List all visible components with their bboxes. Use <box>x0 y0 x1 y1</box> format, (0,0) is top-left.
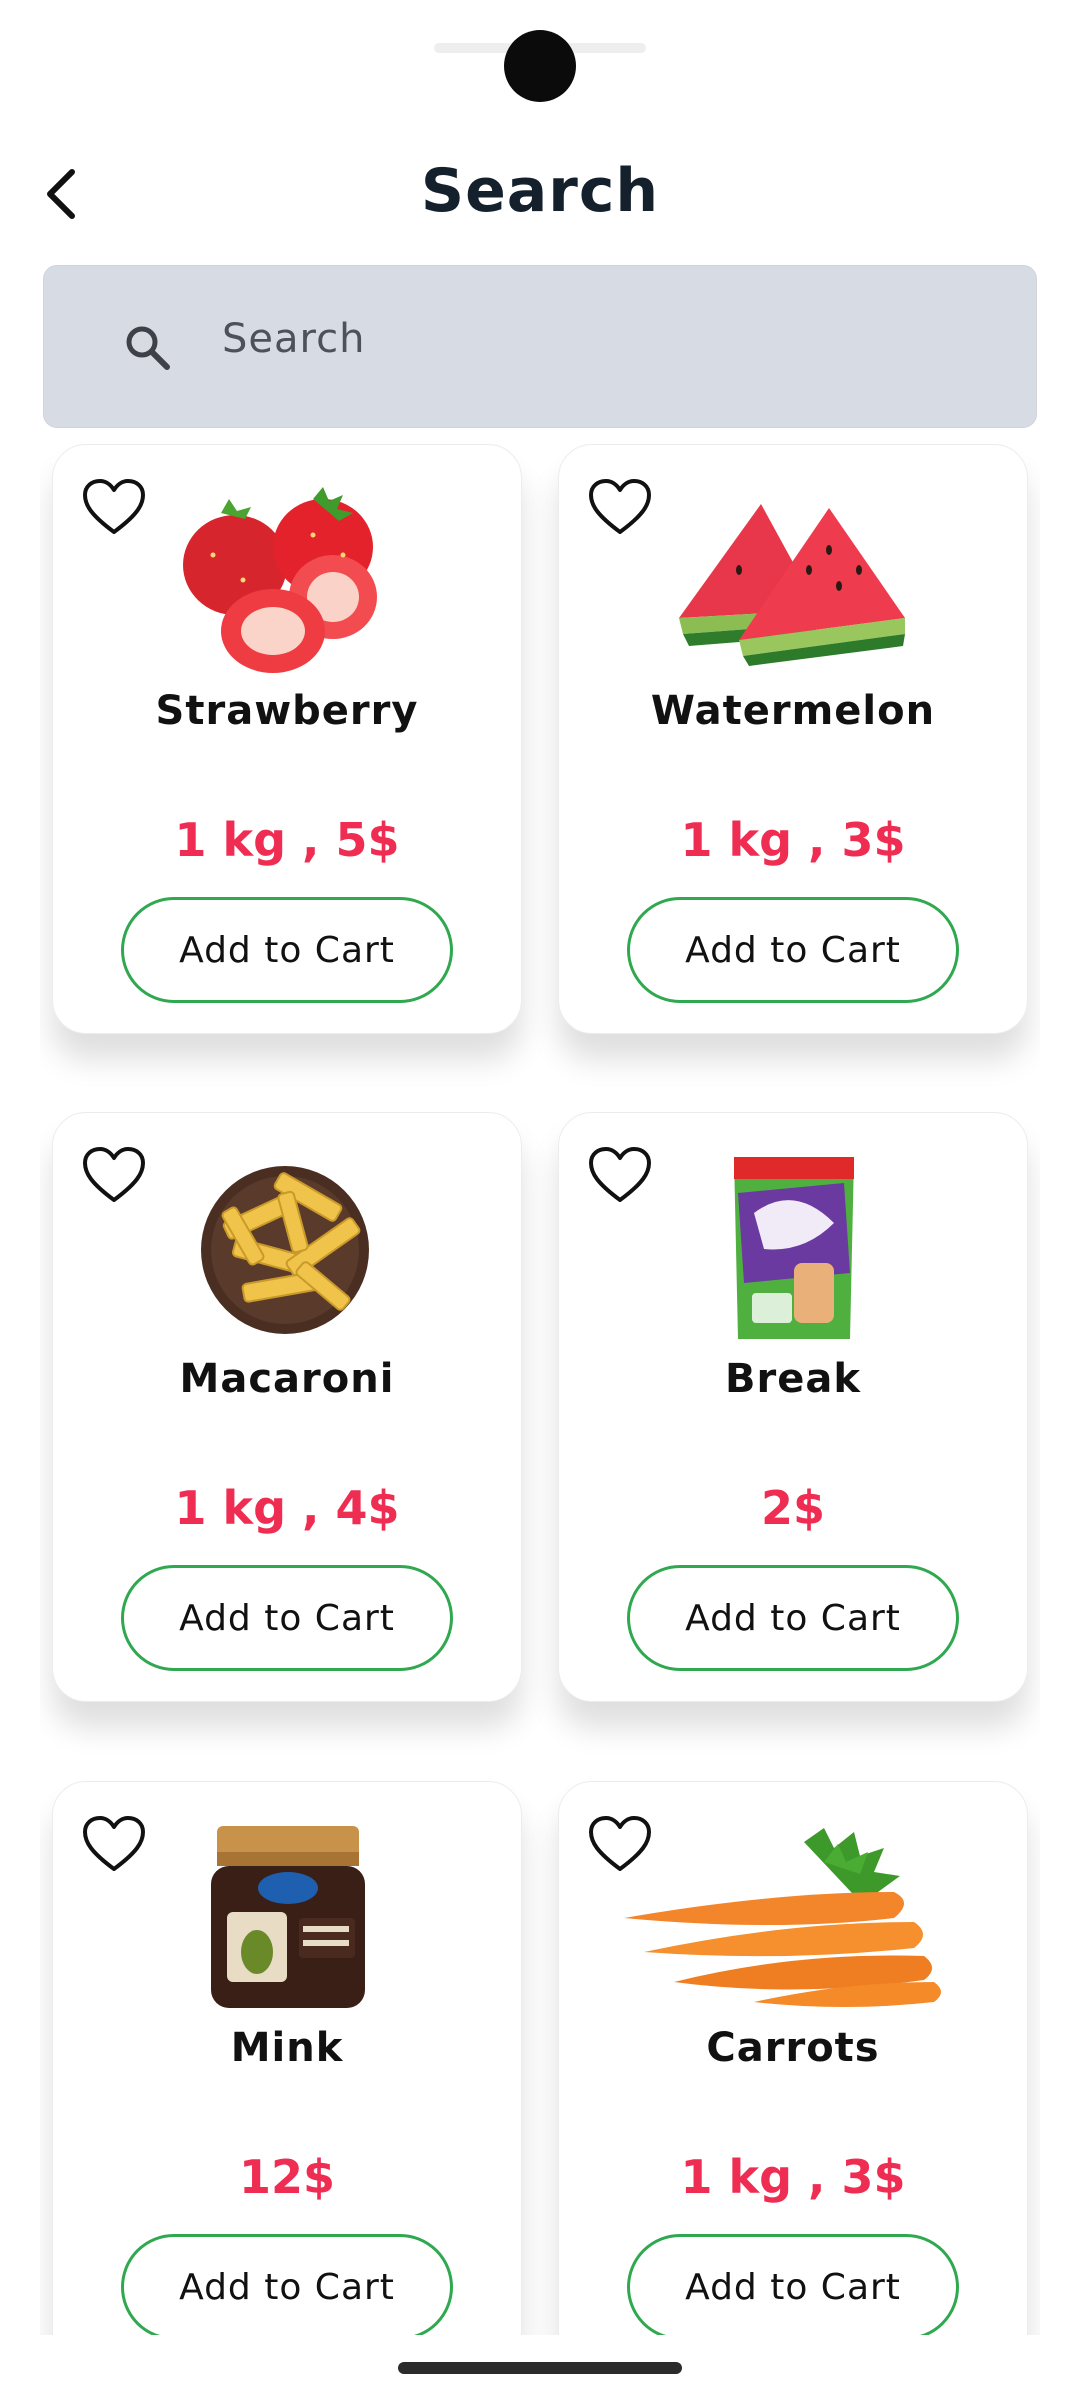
camera-cutout <box>504 30 576 102</box>
product-card[interactable]: Macaroni 1 kg , 4$ Add to Cart <box>52 1112 522 1702</box>
search-placeholder: Search <box>222 316 366 362</box>
product-name: Watermelon <box>650 688 936 734</box>
product-name: Macaroni <box>179 1356 395 1402</box>
product-card[interactable]: Watermelon 1 kg , 3$ Add to Cart <box>558 444 1028 1034</box>
product-name: Carrots <box>706 2025 880 2071</box>
header: Search <box>0 140 1080 250</box>
product-name: Strawberry <box>155 688 419 734</box>
product-price: 2$ <box>760 1481 825 1535</box>
product-price: 1 kg , 4$ <box>174 1481 400 1535</box>
carrots-image <box>609 1822 979 2012</box>
product-price: 1 kg , 5$ <box>174 813 400 867</box>
mink-hair-cream-image <box>153 1822 423 2012</box>
product-price: 1 kg , 3$ <box>680 2150 906 2204</box>
heart-icon[interactable] <box>587 1145 653 1205</box>
add-to-cart-button[interactable]: Add to Cart <box>627 897 959 1003</box>
product-name: Mink <box>230 2025 344 2071</box>
page-title: Search <box>420 156 660 226</box>
strawberry-image <box>153 485 423 675</box>
product-grid: Strawberry 1 kg , 5$ Add to Cart Waterme… <box>40 440 1040 2335</box>
product-name: Break <box>725 1356 861 1402</box>
watermelon-image <box>659 485 929 675</box>
product-card[interactable]: Strawberry 1 kg , 5$ Add to Cart <box>52 444 522 1034</box>
search-icon <box>126 326 170 370</box>
add-to-cart-button[interactable]: Add to Cart <box>121 1565 453 1671</box>
break-snack-image <box>659 1153 929 1343</box>
add-to-cart-button[interactable]: Add to Cart <box>627 2234 959 2335</box>
heart-icon[interactable] <box>81 1814 147 1874</box>
heart-icon[interactable] <box>81 477 147 537</box>
product-price: 1 kg , 3$ <box>680 813 906 867</box>
add-to-cart-button[interactable]: Add to Cart <box>121 897 453 1003</box>
add-to-cart-button[interactable]: Add to Cart <box>121 2234 453 2335</box>
search-input[interactable]: Search <box>43 265 1037 428</box>
heart-icon[interactable] <box>81 1145 147 1205</box>
product-price: 12$ <box>238 2150 336 2204</box>
product-card[interactable]: Mink 12$ Add to Cart <box>52 1781 522 2335</box>
macaroni-image <box>153 1153 423 1343</box>
product-card[interactable]: Break 2$ Add to Cart <box>558 1112 1028 1702</box>
product-card[interactable]: Carrots 1 kg , 3$ Add to Cart <box>558 1781 1028 2335</box>
home-indicator[interactable] <box>398 2362 682 2374</box>
heart-icon[interactable] <box>587 477 653 537</box>
add-to-cart-button[interactable]: Add to Cart <box>627 1565 959 1671</box>
